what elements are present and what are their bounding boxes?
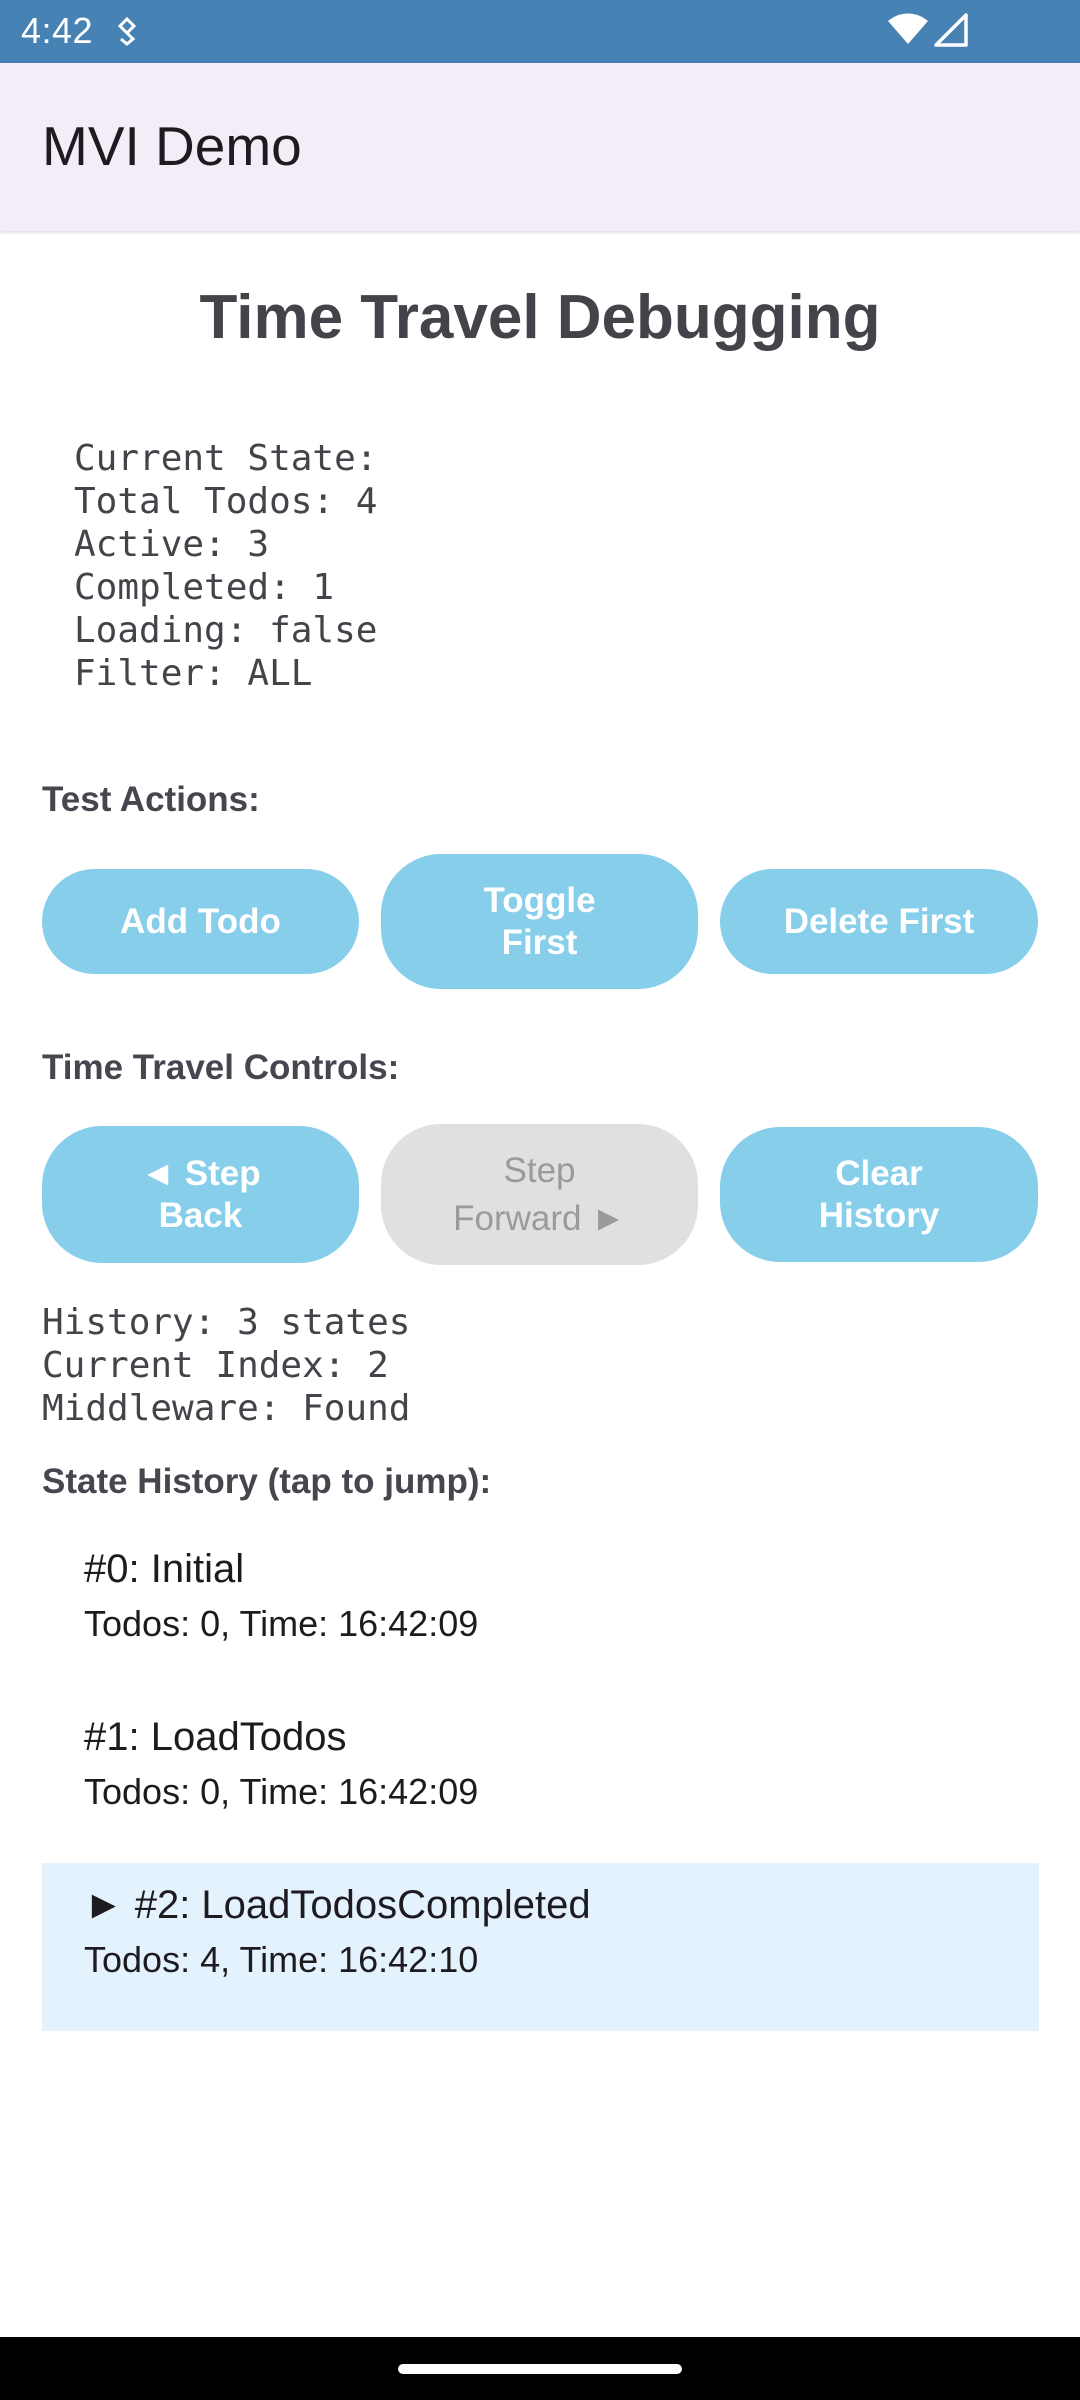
step-forward-button[interactable]: Step Forward ► bbox=[381, 1124, 698, 1265]
step-back-label-line1: ◄ Step bbox=[140, 1153, 261, 1193]
state-line: Active: 3 bbox=[74, 524, 270, 565]
state-line: Filter: ALL bbox=[74, 653, 313, 694]
step-back-button[interactable]: ◄ Step Back bbox=[42, 1126, 359, 1263]
debug-line: Current Index: 2 bbox=[42, 1345, 389, 1386]
state-line: Current State: bbox=[74, 438, 378, 479]
wifi-icon bbox=[888, 13, 928, 44]
state-line: Total Todos: 4 bbox=[74, 481, 378, 522]
add-todo-button[interactable]: Add Todo bbox=[42, 869, 359, 974]
clear-history-label-line1: Clear bbox=[835, 1153, 923, 1193]
state-line: Completed: 1 bbox=[74, 567, 335, 608]
page-title: Time Travel Debugging bbox=[199, 283, 881, 352]
history-debug-info: History: 3 states Current Index: 2 Middlew… bbox=[42, 1301, 410, 1430]
state-line: Loading: false bbox=[74, 610, 378, 651]
history-item-title: ► #2: LoadTodosCompleted bbox=[84, 1883, 591, 1927]
navigation-bar bbox=[0, 2337, 1080, 2400]
app-bar: MVI Demo bbox=[0, 63, 1080, 231]
current-state-panel: Current State: Total Todos: 4 Active: 3 Com… bbox=[74, 437, 377, 695]
step-forward-label-line1: Step bbox=[503, 1150, 576, 1190]
toggle-first-label-line2: First bbox=[501, 922, 578, 962]
clear-history-label-line2: History bbox=[818, 1195, 940, 1235]
add-todo-label: Add Todo bbox=[120, 901, 281, 941]
test-actions-label: Test Actions: bbox=[42, 780, 260, 819]
debug-line: Middleware: Found bbox=[42, 1388, 411, 1429]
delete-first-label: Delete First bbox=[783, 901, 975, 941]
status-time: 4:42 bbox=[21, 10, 94, 51]
signal-icon bbox=[934, 13, 968, 47]
history-item-0[interactable]: #0: Initial Todos: 0, Time: 16:42:09 bbox=[42, 1527, 1039, 1695]
history-item-title: #0: Initial bbox=[84, 1547, 245, 1591]
debug-line: History: 3 states bbox=[42, 1302, 411, 1343]
home-indicator[interactable] bbox=[398, 2364, 682, 2374]
status-bar: 4:42 bbox=[0, 0, 1080, 63]
time-travel-label: Time Travel Controls: bbox=[42, 1048, 400, 1087]
history-item-subtitle: Todos: 0, Time: 16:42:09 bbox=[84, 1603, 479, 1644]
step-back-label-line2: Back bbox=[158, 1195, 243, 1235]
state-history-label: State History (tap to jump): bbox=[42, 1462, 492, 1501]
toggle-first-button[interactable]: Toggle First bbox=[381, 854, 698, 989]
history-item-title: #1: LoadTodos bbox=[84, 1715, 347, 1759]
history-item-1[interactable]: #1: LoadTodos Todos: 0, Time: 16:42:09 bbox=[42, 1695, 1039, 1863]
notification-icon bbox=[117, 16, 137, 46]
history-item-2[interactable]: ► #2: LoadTodosCompleted Todos: 4, Time:… bbox=[42, 1863, 1039, 2031]
delete-first-button[interactable]: Delete First bbox=[720, 869, 1038, 974]
history-item-subtitle: Todos: 0, Time: 16:42:09 bbox=[84, 1771, 479, 1812]
toggle-first-label-line1: Toggle bbox=[483, 880, 596, 920]
history-item-subtitle: Todos: 4, Time: 16:42:10 bbox=[84, 1939, 479, 1980]
step-forward-label-line2: Forward ► bbox=[453, 1198, 626, 1238]
clear-history-button[interactable]: Clear History bbox=[720, 1127, 1038, 1262]
app-title: MVI Demo bbox=[42, 115, 302, 177]
